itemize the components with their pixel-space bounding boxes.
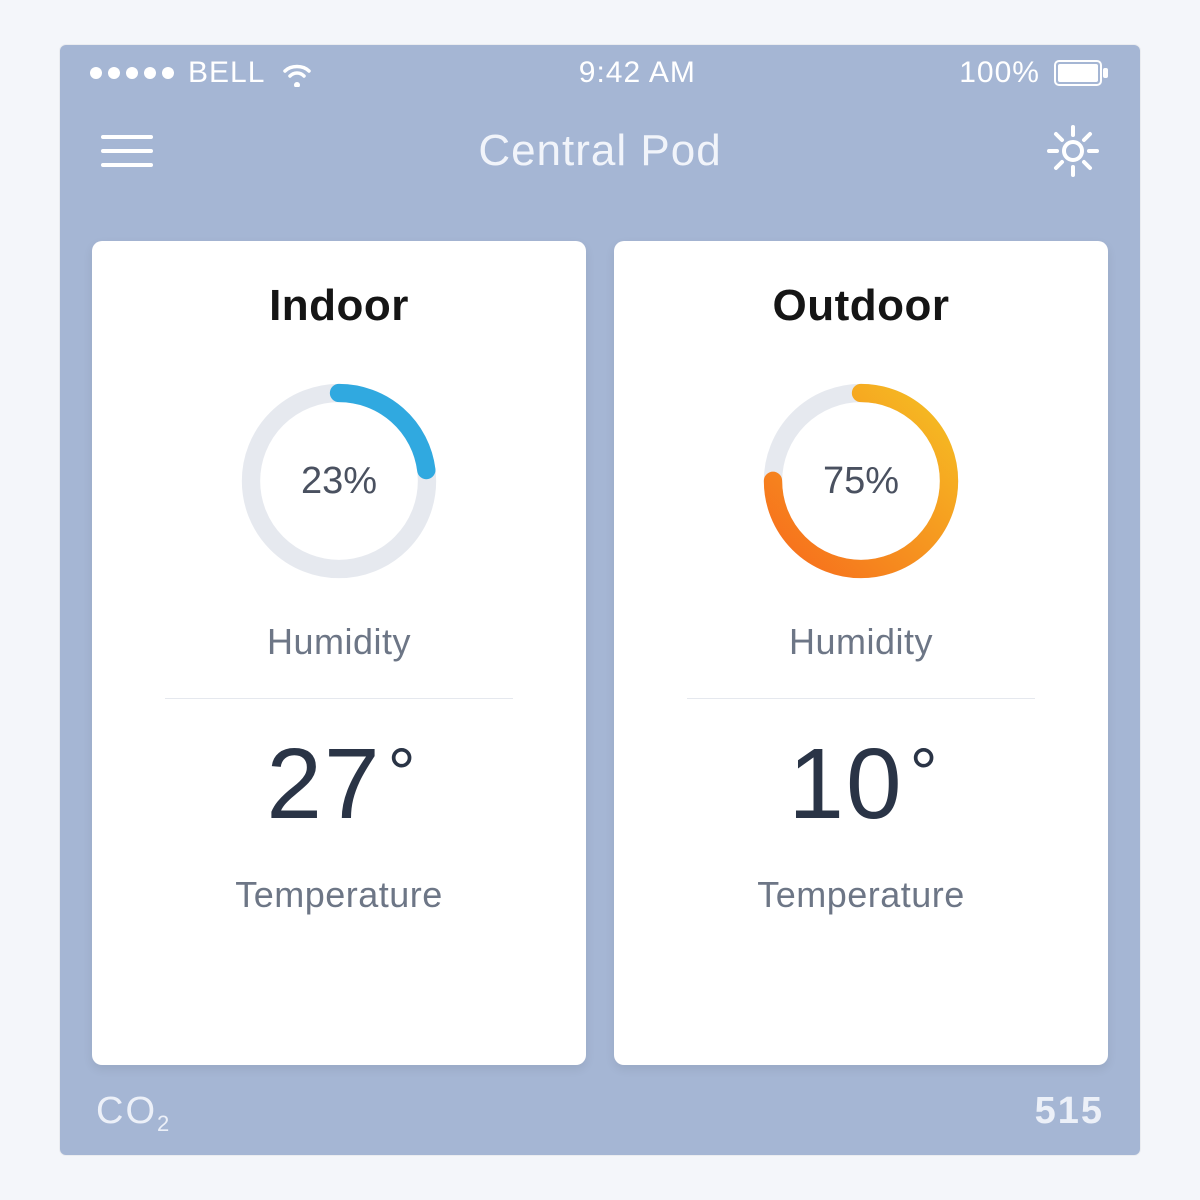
page-title: Central Pod [478,126,721,176]
app-window: BELL 9:42 AM 100% [60,45,1140,1155]
outdoor-card[interactable]: Outdoor 75% Humidity 10° [614,241,1108,1065]
outdoor-humidity-value: 75% [751,371,971,591]
outdoor-humidity-label: Humidity [789,621,933,663]
degree-symbol: ° [388,734,418,812]
outdoor-temperature-label: Temperature [757,874,965,916]
degree-symbol: ° [910,734,940,812]
footer-left-label: CO2 [96,1090,171,1133]
status-bar: BELL 9:42 AM 100% [60,45,1140,101]
carrier-label: BELL [188,56,265,90]
wifi-icon [279,59,315,87]
indoor-humidity-value: 23% [229,371,449,591]
indoor-card[interactable]: Indoor 23% Humidity 27° Temperature [92,241,586,1065]
footer-bar: CO2 515 [60,1085,1140,1155]
indoor-title: Indoor [269,281,409,331]
status-time: 9:42 AM [579,56,696,90]
outdoor-temperature-number: 10 [788,728,903,840]
divider [687,698,1034,699]
co2-sub: 2 [157,1111,171,1136]
indoor-humidity-ring: 23% [229,371,449,591]
outdoor-humidity-ring: 75% [751,371,971,591]
indoor-temperature-number: 27 [266,728,381,840]
indoor-temperature-value: 27° [266,734,411,834]
status-right: 100% [959,56,1110,90]
menu-icon[interactable] [100,124,154,178]
indoor-humidity-label: Humidity [267,621,411,663]
nav-bar: Central Pod [60,101,1140,211]
battery-percent: 100% [959,56,1040,90]
co2-label: CO [96,1090,157,1132]
indoor-temperature-label: Temperature [235,874,443,916]
cards-row: Indoor 23% Humidity 27° Temperature Outd… [60,211,1140,1085]
divider [165,698,512,699]
battery-icon [1054,60,1110,86]
outdoor-temperature-value: 10° [788,734,933,834]
signal-strength-icon [90,67,174,79]
settings-icon[interactable] [1046,124,1100,178]
footer-right-value: 515 [1035,1090,1104,1133]
status-left: BELL [90,56,315,90]
outdoor-title: Outdoor [772,281,949,331]
